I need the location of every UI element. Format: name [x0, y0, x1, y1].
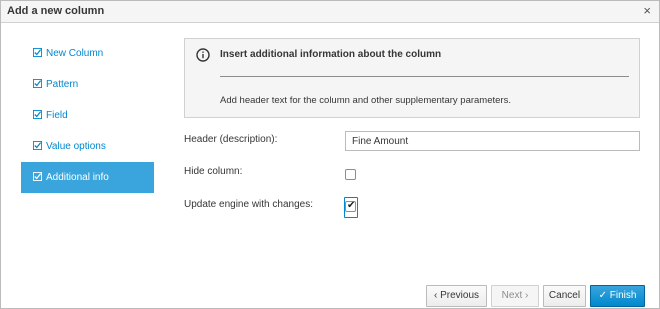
close-icon[interactable]: ×	[643, 4, 651, 18]
checkmark-icon: ✔	[347, 200, 356, 211]
wizard-steps-sidebar: New Column Pattern Field Value options A…	[21, 38, 154, 193]
sidebar-item-value-options[interactable]: Value options	[21, 131, 154, 162]
update-engine-checkbox[interactable]: ✔	[345, 200, 356, 212]
sidebar-item-label: Value options	[46, 141, 106, 152]
finish-button[interactable]: ✓ Finish	[590, 285, 645, 307]
dialog-title: Add a new column	[7, 5, 105, 17]
cancel-button[interactable]: Cancel	[543, 285, 586, 307]
info-divider	[220, 76, 629, 77]
update-engine-label: Update engine with changes:	[184, 199, 313, 210]
sidebar-item-field[interactable]: Field	[21, 100, 154, 131]
next-button[interactable]: Next ›	[491, 285, 539, 307]
add-column-dialog: Add a new column × New Column Pattern Fi…	[0, 0, 660, 309]
info-icon	[196, 48, 210, 62]
dialog-header: Add a new column ×	[1, 1, 659, 23]
sidebar-item-new-column[interactable]: New Column	[21, 38, 154, 69]
check-square-icon	[33, 172, 42, 181]
previous-button[interactable]: ‹ Previous	[426, 285, 487, 307]
sidebar-item-additional-info[interactable]: Additional info	[21, 162, 154, 193]
info-title: Insert additional information about the …	[220, 49, 442, 60]
sidebar-item-label: Field	[46, 110, 68, 121]
check-square-icon	[33, 79, 42, 88]
sidebar-item-label: Pattern	[46, 79, 79, 90]
check-square-icon	[33, 48, 42, 57]
info-text: Add header text for the column and other…	[220, 95, 511, 106]
info-panel: Insert additional information about the …	[184, 38, 640, 118]
hide-column-label: Hide column:	[184, 166, 243, 177]
sidebar-item-label: Additional info	[46, 172, 109, 183]
check-square-icon	[33, 110, 42, 119]
hide-column-checkbox[interactable]	[345, 169, 356, 180]
sidebar-item-pattern[interactable]: Pattern	[21, 69, 154, 100]
sidebar-item-label: New Column	[46, 48, 104, 59]
header-description-label: Header (description):	[184, 134, 278, 145]
check-square-icon	[33, 141, 42, 150]
header-description-input[interactable]	[345, 131, 640, 151]
